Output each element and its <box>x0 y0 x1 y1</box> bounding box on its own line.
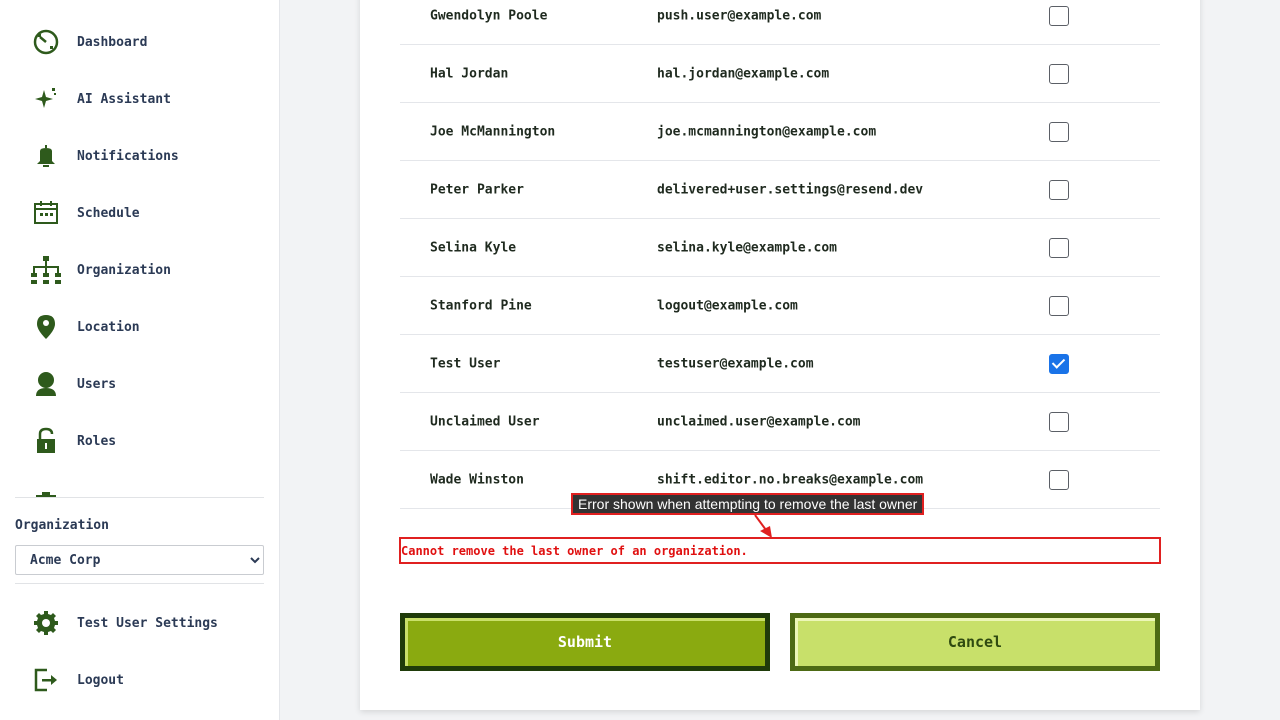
table-row: Gwendolyn Poole push.user@example.com <box>400 0 1160 45</box>
submit-button[interactable]: Submit <box>400 613 770 671</box>
sidebar-item-location[interactable]: Location <box>30 307 140 347</box>
logout-label: Logout <box>77 672 124 688</box>
sidebar-item-label: Organization <box>77 262 171 278</box>
user-email: push.user@example.com <box>657 8 822 23</box>
sidebar-item-label: Dashboard <box>77 34 148 50</box>
error-message: Cannot remove the last owner of an organ… <box>399 537 1161 564</box>
sidebar-divider <box>15 583 264 584</box>
owner-checkbox[interactable] <box>1049 5 1069 26</box>
org-chart-icon <box>30 254 62 286</box>
calendar-icon <box>30 197 62 229</box>
briefcase-icon <box>30 482 62 497</box>
user-name: Wade Winston <box>430 472 524 487</box>
sidebar-item-roles[interactable]: Roles <box>30 421 116 461</box>
user-email: selina.kyle@example.com <box>657 240 838 255</box>
user-name: Hal Jordan <box>430 66 509 81</box>
user-name: Peter Parker <box>430 182 524 197</box>
user-email: unclaimed.user@example.com <box>657 414 861 429</box>
user-email: hal.jordan@example.com <box>657 66 830 81</box>
sidebar-item-schedule[interactable]: Schedule <box>30 193 140 233</box>
user-icon <box>30 368 62 400</box>
owner-checkbox[interactable] <box>1049 121 1069 142</box>
sidebar-item-label: Schedule <box>77 205 140 221</box>
gear-icon <box>30 607 62 639</box>
table-row: Selina Kyle selina.kyle@example.com <box>400 219 1160 277</box>
user-name: Test User <box>430 356 501 371</box>
sparkle-icon <box>30 83 62 115</box>
user-settings-link[interactable]: Test User Settings <box>30 603 218 643</box>
sidebar-item-label: Users <box>77 376 117 392</box>
table-row: Test User testuser@example.com <box>400 335 1160 393</box>
owner-checkbox[interactable] <box>1049 295 1069 316</box>
logout-link[interactable]: Logout <box>30 660 124 700</box>
user-name: Gwendolyn Poole <box>430 8 548 23</box>
user-settings-label: Test User Settings <box>77 615 218 631</box>
logout-icon <box>30 664 62 696</box>
user-name: Joe McMannington <box>430 124 556 139</box>
sidebar-item-label: AI Assistant <box>77 91 171 107</box>
sidebar-item-label: Notifications <box>77 148 179 164</box>
sidebar-item-dashboard[interactable]: Dashboard <box>30 22 147 62</box>
owner-checkbox[interactable] <box>1049 179 1069 200</box>
organization-select[interactable]: Acme Corp <box>15 545 264 575</box>
user-name: Selina Kyle <box>430 240 517 255</box>
sidebar-item-organization[interactable]: Organization <box>30 250 171 290</box>
organization-label: Organization <box>15 518 109 533</box>
sidebar-item-notifications[interactable]: Notifications <box>30 136 179 176</box>
annotation-callout: Error shown when attempting to remove th… <box>571 493 925 515</box>
owner-checkbox[interactable] <box>1049 63 1069 84</box>
sidebar: Dashboard AI Assistant Notifications Sch… <box>0 0 280 720</box>
lock-icon <box>30 425 62 457</box>
table-row: Unclaimed User unclaimed.user@example.com <box>400 393 1160 451</box>
dashboard-icon <box>30 26 62 58</box>
owner-checkbox[interactable] <box>1049 469 1069 490</box>
sidebar-item-partial[interactable] <box>30 478 62 497</box>
owner-checkbox[interactable] <box>1049 411 1069 432</box>
cancel-button[interactable]: Cancel <box>790 613 1160 671</box>
table-row: Hal Jordan hal.jordan@example.com <box>400 45 1160 103</box>
owner-checkbox[interactable] <box>1049 237 1069 258</box>
sidebar-item-label: Location <box>77 319 140 335</box>
table-row: Stanford Pine logout@example.com <box>400 277 1160 335</box>
user-email: delivered+user.settings@resend.dev <box>657 182 924 197</box>
sidebar-item-users[interactable]: Users <box>30 364 116 404</box>
user-name: Stanford Pine <box>430 298 532 313</box>
user-email: shift.editor.no.breaks@example.com <box>657 472 924 487</box>
user-email: testuser@example.com <box>657 356 814 371</box>
map-pin-icon <box>30 311 62 343</box>
sidebar-item-ai-assistant[interactable]: AI Assistant <box>30 79 171 119</box>
owner-checkbox[interactable] <box>1049 353 1069 374</box>
sidebar-item-label: Roles <box>77 433 117 449</box>
user-email: logout@example.com <box>657 298 798 313</box>
table-row: Joe McMannington joe.mcmannington@example… <box>400 103 1160 161</box>
sidebar-nav: Dashboard AI Assistant Notifications Sch… <box>15 0 264 498</box>
table-row: Peter Parker delivered+user.settings@rese… <box>400 161 1160 219</box>
user-email: joe.mcmannington@example.com <box>657 124 877 139</box>
bell-icon <box>30 140 62 172</box>
user-name: Unclaimed User <box>430 414 540 429</box>
